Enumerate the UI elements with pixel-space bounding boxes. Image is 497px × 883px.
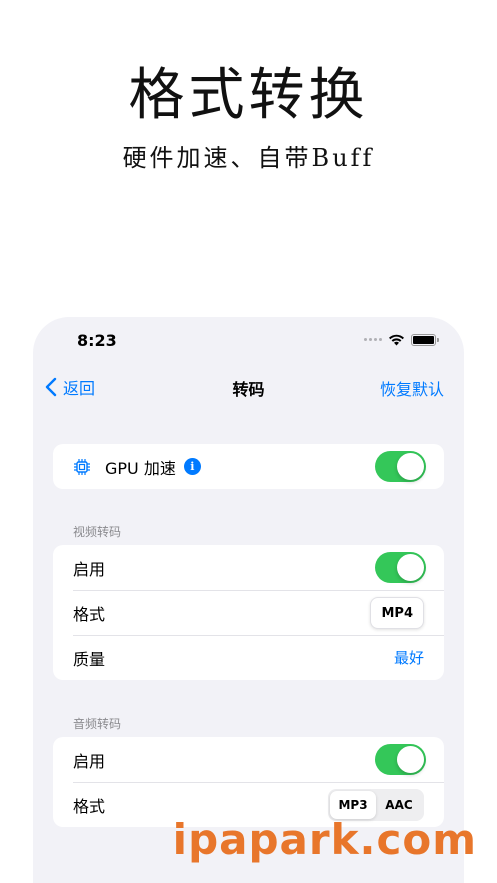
gpu-label: GPU 加速 [105,458,176,478]
signal-dots-icon [364,338,382,341]
gpu-toggle[interactable] [375,451,426,482]
video-section-header: 视频转码 [73,525,122,539]
battery-icon [411,333,439,346]
promo-subtitle: 硬件加速、自带Buff [122,144,375,172]
status-icons [364,333,439,346]
video-group: 启用 格式 MP4 质量 最好 [53,545,444,680]
video-quality-label: 质量 [73,649,106,669]
gpu-row: GPU 加速 i [53,444,444,489]
navigation-bar: 返回 转码 恢复默认 [33,373,464,401]
video-quality-value[interactable]: 最好 [394,647,424,668]
promo-title: 格式转换 [128,63,369,128]
watermark-logo: ipapark.com [172,815,477,864]
audio-enable-label: 启用 [73,751,106,771]
cpu-chip-icon [73,458,91,476]
audio-enable-row: 启用 [53,737,444,782]
audio-format-label: 格式 [73,796,106,816]
info-icon[interactable]: i [183,458,201,475]
status-time: 8:23 [77,331,117,350]
gpu-group: GPU 加速 i [53,444,444,489]
video-enable-row: 启用 [53,545,444,590]
audio-section-header: 音频转码 [73,717,122,731]
audio-enable-toggle[interactable] [375,744,426,775]
wifi-icon [389,334,404,346]
video-enable-toggle[interactable] [375,552,426,583]
restore-defaults-button[interactable]: 恢复默认 [380,376,444,400]
video-format-row: 格式 MP4 [53,590,444,635]
phone-screen: 8:23 返回 转码 恢复默认 GPU 加速 i 视频转码 启用 格式 MP4 … [33,317,464,883]
video-format-selector[interactable]: MP4 [370,597,424,629]
video-format-label: 格式 [73,604,106,624]
video-enable-label: 启用 [73,559,106,579]
audio-group: 启用 格式 MP3 AAC [53,737,444,827]
video-quality-row[interactable]: 质量 最好 [53,635,444,680]
